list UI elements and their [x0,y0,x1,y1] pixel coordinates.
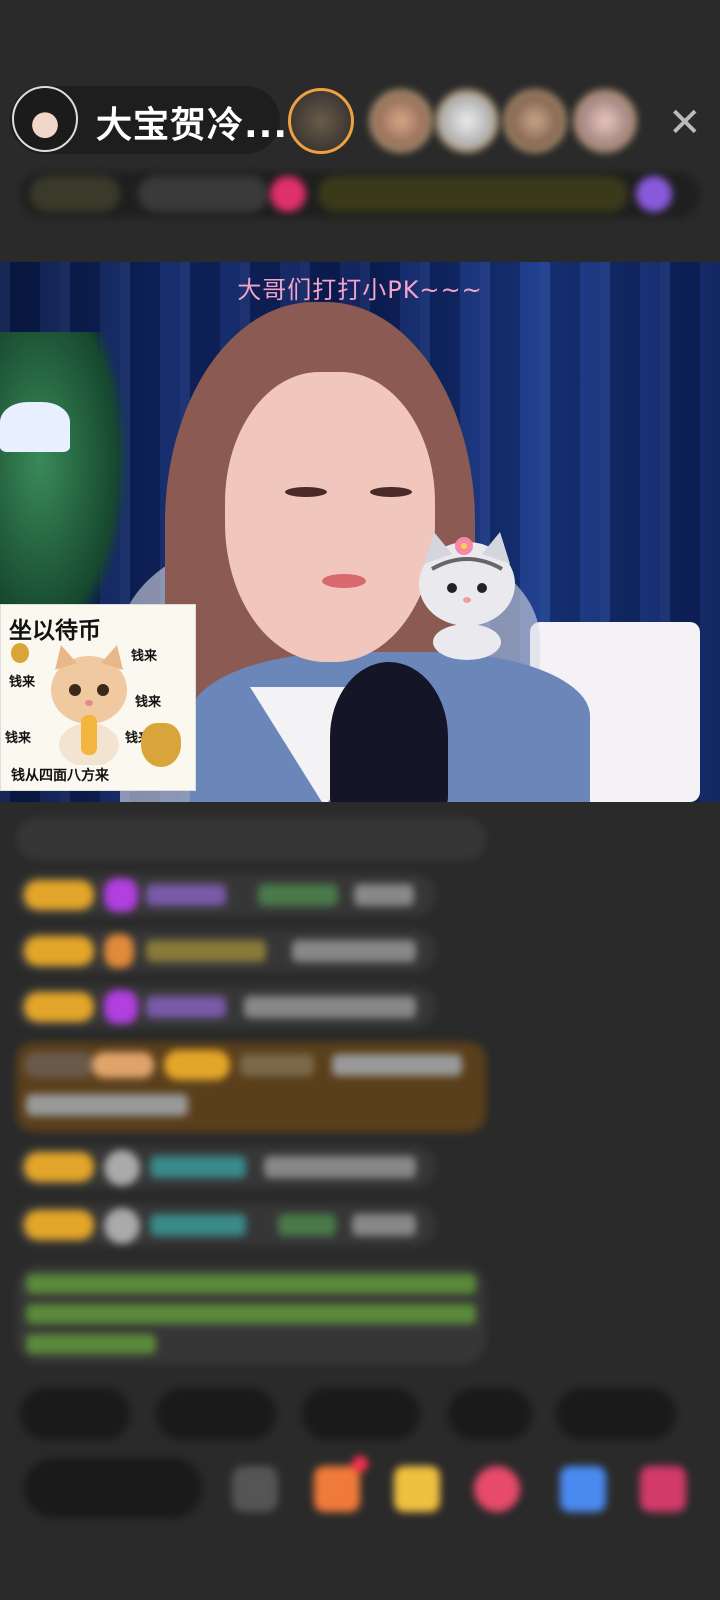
sticker-word: 钱来 [5,731,32,746]
chat-username[interactable] [146,940,266,962]
welcome-text [26,1334,156,1354]
gift-box-icon[interactable] [314,1466,360,1512]
gift-icon [92,1052,154,1078]
quick-reply-button[interactable] [556,1388,676,1440]
chat-username[interactable] [150,1214,246,1236]
sticker-title: 坐以待币 [9,618,101,644]
streamer-lips [322,574,366,588]
streamer-eye [285,487,327,497]
quick-reply-button[interactable] [156,1388,276,1440]
level-badge [24,936,94,966]
sticker-word: 钱来 [135,695,162,710]
comment-input[interactable] [24,1458,202,1518]
chat-text [354,884,414,906]
level-badge [24,1152,94,1182]
level-badge [24,1210,94,1240]
chat-text [26,1094,188,1116]
level-badge [164,1050,230,1080]
user-avatar[interactable] [104,1150,140,1186]
chat-text [244,996,416,1018]
chat-username[interactable] [146,884,226,906]
quick-reply-button[interactable] [302,1388,420,1440]
system-notice [16,818,486,860]
chat-text [332,1054,462,1076]
fan-badge-icon [104,934,134,968]
pink-badge-icon[interactable] [270,176,306,212]
chat-username[interactable] [146,996,226,1018]
notification-dot [352,1456,368,1472]
streamer-eye [370,487,412,497]
chat-text [292,940,416,962]
live-video[interactable]: 大哥们打打小PK~~~ 坐以待币 钱来 钱来 钱来 钱来 钱来 钱从四面八方来 [0,262,720,802]
microphone [330,662,448,802]
close-icon[interactable]: ✕ [668,100,702,146]
chat-text [352,1214,416,1236]
viewer-avatar-4[interactable] [504,90,566,152]
heart-icon[interactable] [474,1466,520,1512]
praying-cat-icon [51,645,127,765]
viewer-avatar-1[interactable] [288,88,354,154]
announcement-chip[interactable] [318,176,628,212]
welcome-text [26,1304,476,1324]
chat-text [264,1156,416,1178]
cat-sticker-icon [419,532,515,660]
welcome-text [26,1274,476,1294]
stream-caption: 大哥们打打小PK~~~ [237,276,483,304]
viewer-avatar-3[interactable] [436,90,498,152]
chat-username[interactable] [258,884,338,906]
face-icon[interactable] [232,1466,278,1512]
sticker-bottom-text: 钱从四面八方来 [11,768,109,784]
rank-chip[interactable] [30,176,120,212]
money-bag-icon [11,643,29,663]
coin-cat-sticker: 坐以待币 钱来 钱来 钱来 钱来 钱来 钱从四面八方来 [0,604,196,791]
quick-reply-button[interactable] [448,1388,532,1440]
level-badge [24,880,94,910]
host-name[interactable]: 大宝贺冷... [96,96,288,148]
money-bag-icon [141,723,181,767]
diamond-icon [104,878,138,912]
diamond-icon [104,990,138,1024]
gift-sender-badge [24,1052,94,1078]
user-avatar[interactable] [104,1208,140,1244]
game-icon[interactable] [560,1466,606,1512]
sticker-word: 钱来 [9,675,36,690]
chat-username[interactable] [278,1214,336,1236]
chat-username[interactable] [150,1156,246,1178]
more-gifts-icon[interactable] [640,1466,686,1512]
chat-username[interactable] [240,1054,314,1076]
sticker-word: 钱来 [131,649,158,664]
host-avatar[interactable] [12,86,78,152]
viewer-avatar-2[interactable] [370,90,432,152]
viewer-avatar-5[interactable] [574,90,636,152]
streamer-face [225,372,435,662]
purple-badge-icon[interactable] [636,176,672,212]
quick-reply-button[interactable] [20,1388,130,1440]
treasure-icon[interactable] [394,1466,440,1512]
lamp [0,402,70,452]
level-badge [24,992,94,1022]
popularity-chip[interactable] [138,176,268,212]
